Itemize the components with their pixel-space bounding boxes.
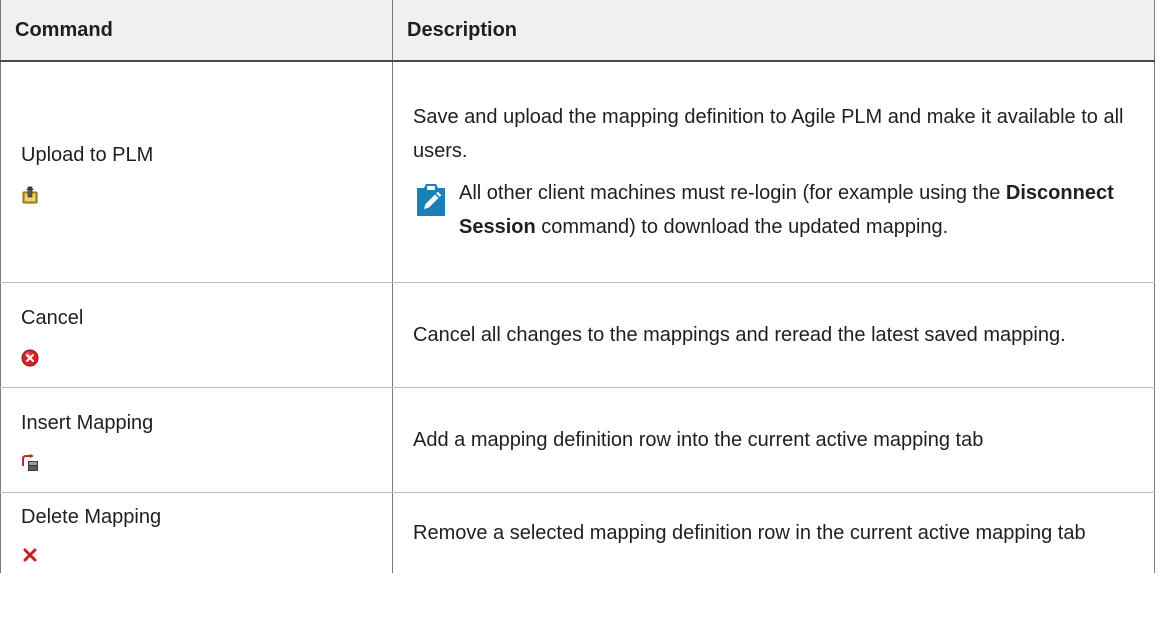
- description-text: Add a mapping definition row into the cu…: [413, 429, 984, 451]
- command-table: Command Description Upload to PLM Save a…: [0, 0, 1155, 573]
- header-command: Command: [0, 0, 393, 62]
- command-cell: Insert Mapping: [0, 387, 393, 493]
- command-name: Delete Mapping: [21, 506, 162, 528]
- description-text: Remove a selected mapping definition row…: [413, 522, 1086, 544]
- command-cell: Upload to PLM: [0, 61, 393, 283]
- table-row: Upload to PLM Save and upload the mappin…: [0, 61, 1155, 283]
- header-description: Description: [392, 0, 1155, 62]
- note-text-after: command) to download the updated mapping…: [535, 216, 949, 238]
- header-row: Command Description: [0, 0, 1155, 62]
- command-name: Insert Mapping: [21, 412, 154, 434]
- note-pencil-icon: [417, 184, 445, 216]
- description-cell: Save and upload the mapping definition t…: [392, 61, 1155, 283]
- command-cell: Cancel: [0, 282, 393, 388]
- command-cell: Delete Mapping: [0, 492, 393, 573]
- insert-mapping-icon: [22, 454, 38, 471]
- note-text-before: All other client machines must re-login …: [459, 182, 1006, 204]
- description-cell: Add a mapping definition row into the cu…: [392, 387, 1155, 493]
- description-cell: Remove a selected mapping definition row…: [392, 492, 1155, 573]
- note-block: All other client machines must re-login …: [413, 176, 1142, 244]
- note-text: All other client machines must re-login …: [459, 176, 1142, 244]
- command-name: Cancel: [21, 307, 84, 329]
- description-text: Cancel all changes to the mappings and r…: [413, 324, 1066, 346]
- table-row: Insert Mapping Add a mapping definition …: [0, 387, 1155, 493]
- command-name: Upload to PLM: [21, 144, 154, 166]
- delete-x-icon: [23, 548, 37, 562]
- description-cell: Cancel all changes to the mappings and r…: [392, 282, 1155, 388]
- table-row: Delete Mapping Remove a selected mapping…: [0, 492, 1155, 573]
- cancel-circle-icon: [21, 349, 39, 367]
- upload-to-plm-icon: [22, 186, 38, 204]
- table-row: Cancel Cancel all changes to the mapping…: [0, 282, 1155, 388]
- description-text: Save and upload the mapping definition t…: [413, 106, 1124, 162]
